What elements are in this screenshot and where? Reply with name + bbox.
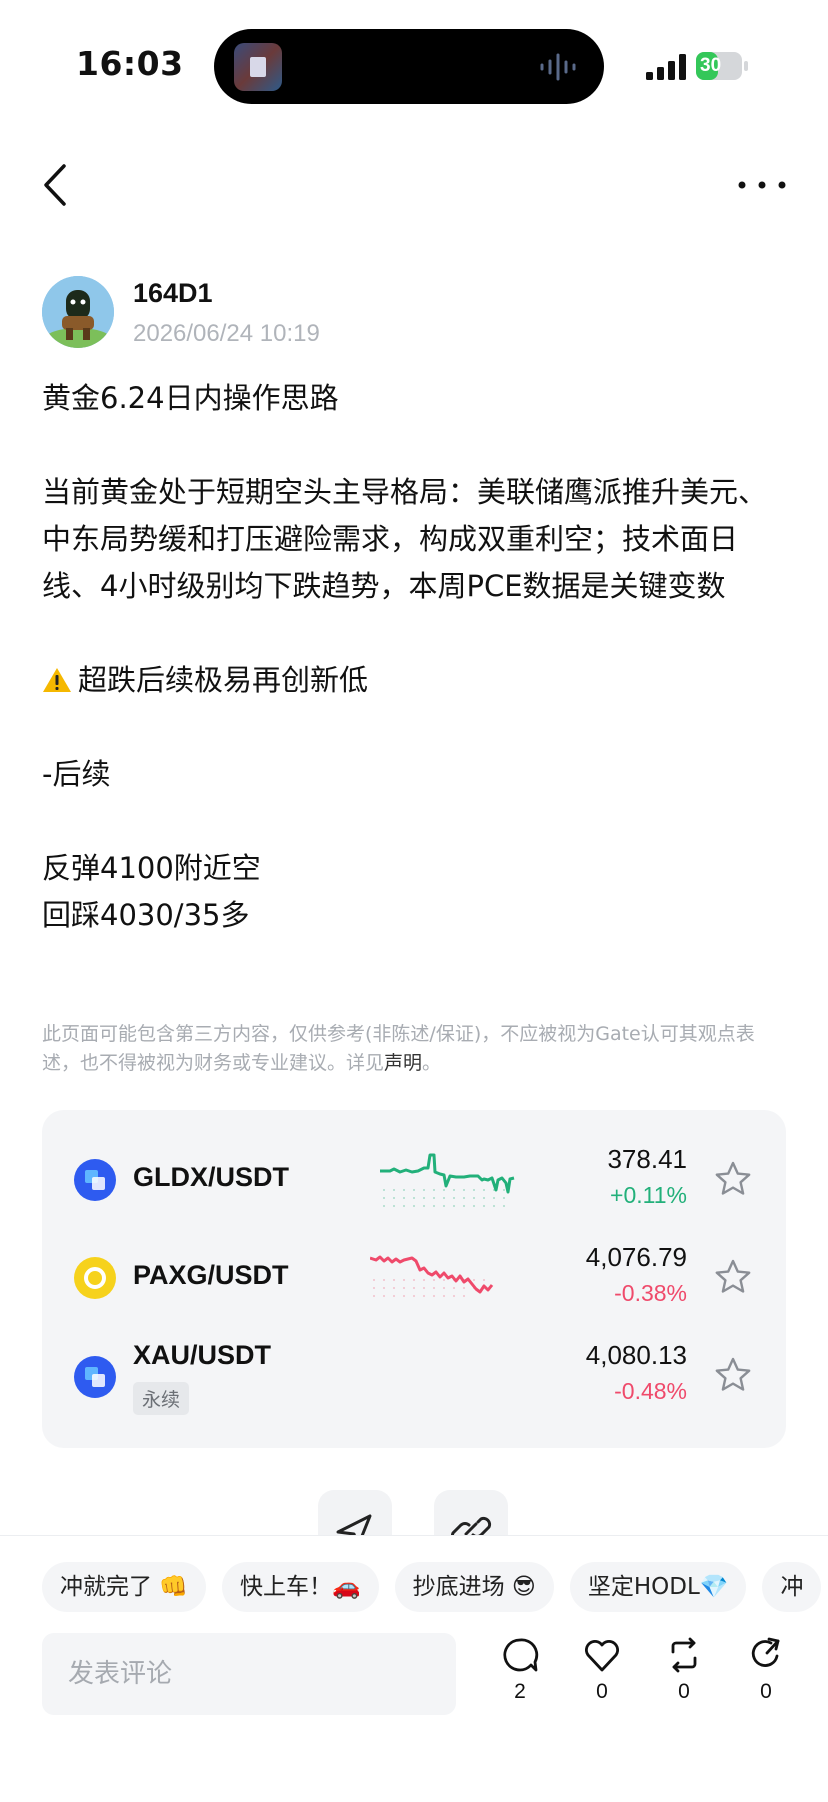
market-row-xau[interactable]: XAU/USDT 永续 4,080.13 -0.48% [42, 1326, 786, 1426]
post-content: 黄金6.24日内操作思路 当前黄金处于短期空头主导格局：美联储鹰派推升美元、中东… [42, 375, 792, 939]
now-playing-thumbnail [234, 43, 282, 91]
post-timestamp: 2026/06/24 10:19 [133, 320, 320, 347]
market-card: GLDX/USDT 378.41 +0.11% PAXG/USDT 4,076.… [42, 1110, 786, 1448]
gate-token-icon [74, 1356, 116, 1398]
share-count: 0 [760, 1680, 772, 1703]
market-pair: PAXG/USDT [133, 1260, 289, 1290]
post-line-1: 反弹4100附近空 [42, 851, 261, 885]
bottom-bar: 冲就完了 👊 快上车！🚗 抄底进场 😎 坚定HODL💎 冲 2 0 0 0 [0, 1535, 828, 1802]
comment-count: 2 [514, 1680, 526, 1703]
favorite-star-icon[interactable] [714, 1258, 752, 1296]
status-time: 16:03 [76, 44, 184, 83]
post-section: -后续 [42, 757, 111, 791]
quick-reply-chip[interactable]: 快上车！🚗 [221, 1562, 379, 1612]
gate-token-icon [74, 1159, 116, 1201]
repost-count: 0 [678, 1680, 690, 1703]
repost-icon [671, 1637, 697, 1673]
disclaimer-end: 。 [422, 1052, 442, 1074]
market-price: 378.41 [607, 1144, 687, 1174]
post-paragraph: 当前黄金处于短期空头主导格局：美联储鹰派推升美元、中东局势缓和打压避险需求，构成… [42, 475, 768, 603]
perpetual-tag: 永续 [133, 1382, 190, 1415]
warning-text: 超跌后续极易再创新低 [78, 663, 369, 697]
like-count: 0 [596, 1680, 608, 1703]
comment-action[interactable]: 2 [490, 1636, 550, 1704]
warning-icon [43, 668, 71, 692]
back-button[interactable] [38, 160, 78, 210]
heart-icon [585, 1640, 619, 1672]
comment-input-box[interactable] [42, 1633, 456, 1715]
share-icon [751, 1637, 780, 1667]
comment-icon [503, 1638, 539, 1672]
battery-indicator: 30 [696, 52, 748, 80]
market-change: -0.38% [614, 1280, 687, 1306]
quick-reply-chips: 冲就完了 👊 快上车！🚗 抄底进场 😎 坚定HODL💎 冲 [42, 1562, 828, 1614]
market-price: 4,080.13 [585, 1340, 687, 1370]
author-name[interactable]: 164D1 [133, 278, 213, 309]
quick-reply-chip[interactable]: 冲就完了 👊 [42, 1562, 206, 1612]
favorite-star-icon[interactable] [714, 1160, 752, 1198]
post-title: 黄金6.24日内操作思路 [42, 381, 339, 415]
battery-level: 30 [700, 55, 722, 76]
post-line-2: 回踩4030/35多 [42, 898, 250, 932]
quick-reply-chip[interactable]: 冲 [762, 1562, 822, 1612]
market-row-gldx[interactable]: GLDX/USDT 378.41 +0.11% [42, 1130, 786, 1230]
dynamic-island [214, 29, 604, 104]
repost-action[interactable]: 0 [654, 1636, 714, 1704]
more-options-icon[interactable] [736, 168, 788, 202]
disclaimer-link[interactable]: 声明 [384, 1052, 422, 1074]
sparkline-chart [380, 1153, 515, 1207]
sparkline-chart [370, 1255, 494, 1297]
like-action[interactable]: 0 [572, 1636, 632, 1704]
post-warning: 超跌后续极易再创新低 [42, 657, 792, 704]
avatar[interactable] [42, 276, 114, 348]
share-action[interactable]: 0 [736, 1636, 796, 1704]
cellular-signal-icon [646, 54, 686, 80]
market-pair: GLDX/USDT [133, 1162, 290, 1192]
quick-reply-chip[interactable]: 抄底进场 😎 [394, 1562, 554, 1612]
comment-input[interactable] [42, 1633, 456, 1715]
market-price: 4,076.79 [585, 1242, 687, 1272]
favorite-star-icon[interactable] [714, 1356, 752, 1394]
disclaimer: 此页面可能包含第三方内容，仅供参考(非陈述/保证)，不应被视为Gate认可其观点… [42, 1020, 792, 1078]
market-row-paxg[interactable]: PAXG/USDT 4,076.79 -0.38% [42, 1228, 786, 1328]
avatar-image [42, 276, 114, 348]
quick-reply-chip[interactable]: 坚定HODL💎 [569, 1562, 747, 1612]
market-change: -0.48% [614, 1378, 687, 1404]
market-pair: XAU/USDT [133, 1340, 272, 1370]
paxg-icon [74, 1257, 116, 1299]
market-change: +0.11% [610, 1182, 687, 1208]
audio-wave-icon [540, 53, 576, 81]
